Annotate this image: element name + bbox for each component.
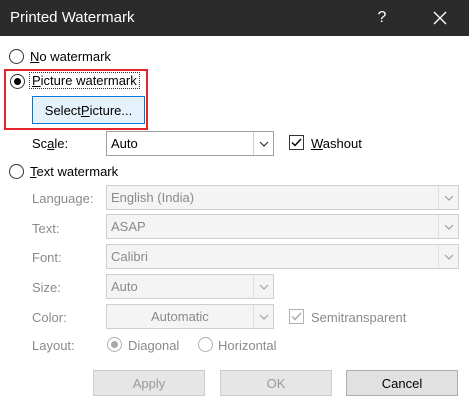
close-icon bbox=[433, 11, 447, 25]
text-watermark-label[interactable]: Text watermark bbox=[30, 164, 118, 179]
chevron-down-icon[interactable] bbox=[253, 305, 273, 328]
color-combobox[interactable]: Automatic bbox=[106, 304, 274, 329]
text-watermark-radio[interactable] bbox=[9, 164, 24, 179]
help-button[interactable]: ? bbox=[360, 0, 404, 36]
layout-horizontal-radio[interactable] bbox=[198, 337, 213, 352]
semitransparent-label[interactable]: Semitransparent bbox=[311, 310, 406, 325]
font-label: Font: bbox=[32, 250, 62, 265]
text-combobox[interactable]: ASAP bbox=[106, 214, 459, 239]
help-icon: ? bbox=[377, 9, 387, 26]
picture-watermark-label[interactable]: Picture watermark bbox=[29, 72, 140, 89]
checkmark-icon bbox=[291, 312, 302, 321]
chevron-down-icon[interactable] bbox=[438, 245, 458, 268]
title-bar: Printed Watermark ? bbox=[0, 0, 469, 36]
layout-horizontal-label[interactable]: Horizontal bbox=[218, 338, 277, 353]
size-combobox[interactable]: Auto bbox=[106, 274, 274, 299]
ok-button[interactable]: OK bbox=[220, 370, 332, 396]
washout-label[interactable]: Washout bbox=[311, 136, 362, 151]
size-label: Size: bbox=[32, 280, 61, 295]
color-value: Automatic bbox=[151, 309, 209, 324]
chevron-down-icon[interactable] bbox=[438, 186, 458, 209]
window-title: Printed Watermark bbox=[10, 9, 135, 26]
text-label: Text: bbox=[32, 221, 60, 236]
size-value: Auto bbox=[111, 279, 138, 294]
semitransparent-checkbox[interactable] bbox=[289, 309, 304, 324]
no-watermark-radio[interactable] bbox=[9, 49, 24, 64]
font-value: Calibri bbox=[111, 249, 148, 264]
select-picture-button[interactable]: Select Picture... bbox=[32, 96, 145, 124]
font-combobox[interactable]: Calibri bbox=[106, 244, 459, 269]
scale-combobox[interactable]: Auto bbox=[106, 131, 274, 156]
no-watermark-label[interactable]: No watermark bbox=[30, 49, 111, 64]
chevron-down-icon[interactable] bbox=[438, 215, 458, 238]
picture-watermark-radio[interactable] bbox=[10, 74, 25, 89]
chevron-down-icon[interactable] bbox=[253, 275, 273, 298]
checkmark-icon bbox=[291, 138, 302, 147]
language-combobox[interactable]: English (India) bbox=[106, 185, 459, 210]
cancel-button[interactable]: Cancel bbox=[346, 370, 458, 396]
apply-button[interactable]: Apply bbox=[93, 370, 205, 396]
text-value: ASAP bbox=[111, 219, 146, 234]
color-label: Color: bbox=[32, 310, 67, 325]
language-value: English (India) bbox=[111, 190, 195, 205]
layout-diagonal-label[interactable]: Diagonal bbox=[128, 338, 179, 353]
layout-label: Layout: bbox=[32, 338, 75, 353]
scale-label: Scale: bbox=[32, 136, 69, 151]
close-button[interactable] bbox=[418, 0, 462, 36]
washout-checkbox[interactable] bbox=[289, 135, 304, 150]
chevron-down-icon[interactable] bbox=[253, 132, 273, 155]
layout-diagonal-radio[interactable] bbox=[107, 337, 122, 352]
language-label: Language: bbox=[32, 191, 94, 206]
scale-value: Auto bbox=[111, 136, 138, 151]
